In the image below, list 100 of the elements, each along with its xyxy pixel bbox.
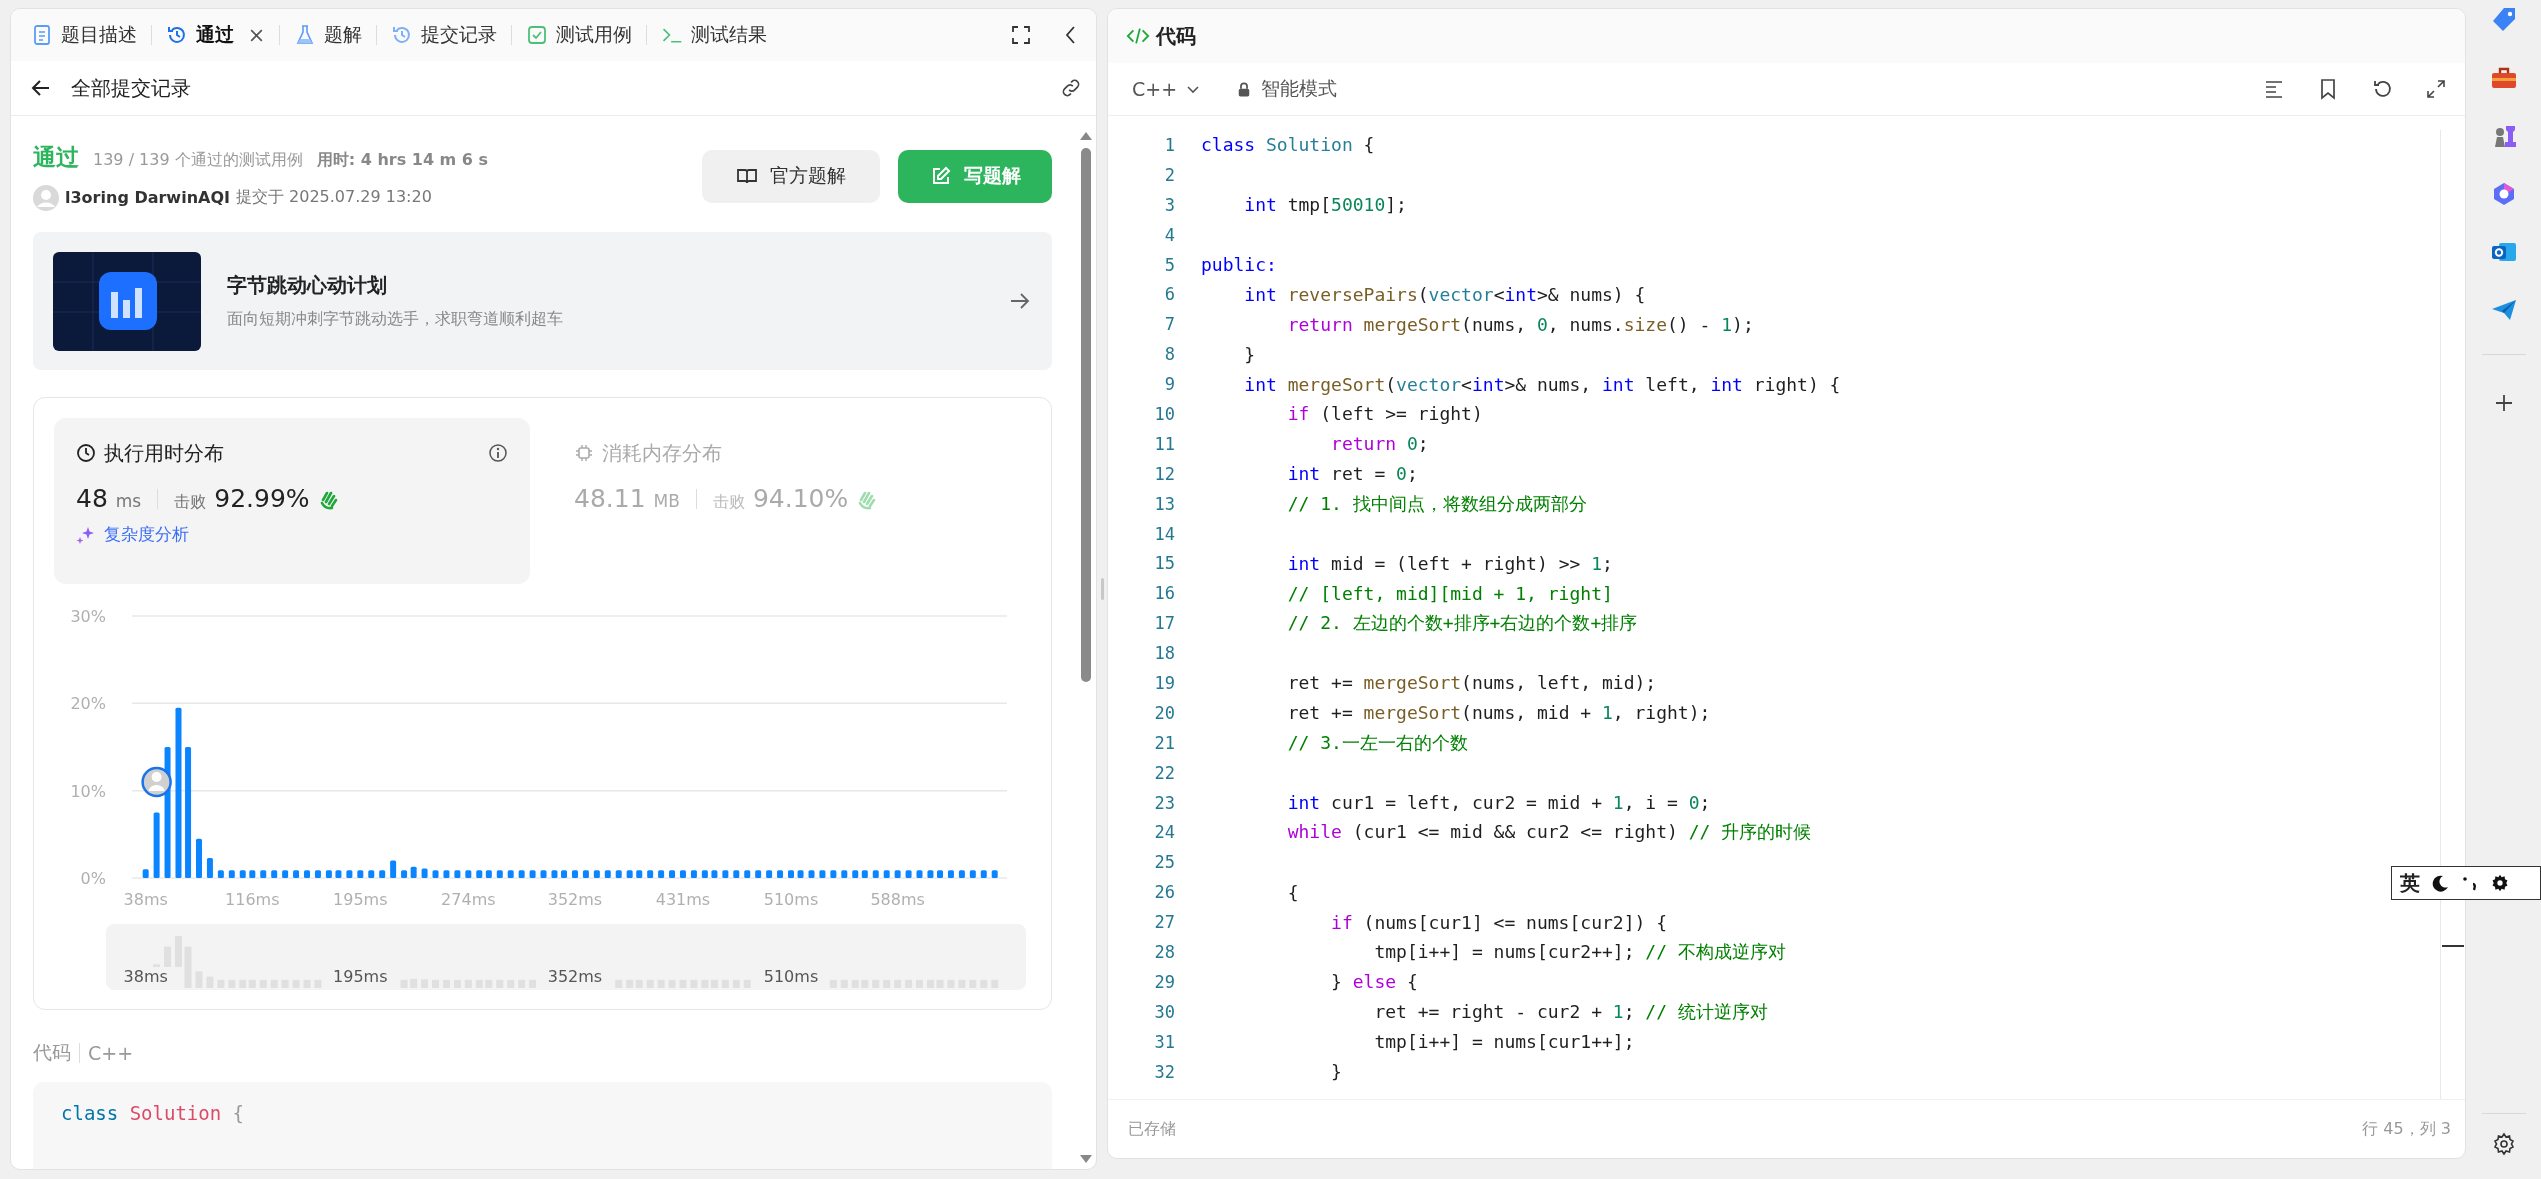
bar[interactable] [861,870,868,878]
expand-icon[interactable] [2425,78,2447,100]
complexity-analysis-link[interactable]: 复杂度分析 [76,523,508,546]
bar[interactable] [788,870,794,878]
bar[interactable] [175,707,182,878]
bar[interactable] [314,870,321,878]
bar[interactable] [335,870,342,878]
resize-handle[interactable] [1100,578,1104,600]
input-mode-key[interactable]: 英 [2400,869,2420,897]
bar[interactable] [507,870,514,878]
link-icon[interactable] [1060,77,1082,99]
bar[interactable] [571,870,578,878]
bar[interactable] [346,870,353,878]
bar[interactable] [658,870,665,878]
bar[interactable] [937,870,943,878]
bar[interactable] [905,870,912,878]
fullscreen-icon[interactable] [1010,24,1032,46]
bar[interactable] [808,870,815,878]
bar[interactable] [669,870,676,878]
bar[interactable] [454,870,461,878]
bar[interactable] [518,870,525,878]
bar[interactable] [282,870,289,878]
settings-icon[interactable] [2491,1132,2516,1156]
moon-icon[interactable] [2430,873,2450,893]
bar[interactable] [228,870,235,878]
bar[interactable] [465,870,472,878]
info-icon[interactable] [488,443,508,463]
bar[interactable] [249,870,256,878]
bar[interactable] [947,870,954,878]
format-icon[interactable] [2263,78,2285,100]
tab[interactable]: 通过 [166,22,265,48]
bar[interactable] [680,870,686,878]
language-dropdown[interactable]: C++ [1126,78,1208,100]
bar[interactable] [991,870,998,878]
bar[interactable] [421,868,428,878]
bar[interactable] [304,870,310,878]
bar[interactable] [755,870,762,878]
bar[interactable] [153,812,160,878]
bar[interactable] [485,870,492,878]
official-solution-button[interactable]: 官方题解 [702,149,880,203]
bar[interactable] [916,870,923,878]
bar[interactable] [636,870,643,878]
bar[interactable] [797,870,804,878]
bar[interactable] [733,870,740,878]
promo-card[interactable]: 字节跳动心动计划 面向短期冲刺字节跳动选手，求职弯道顺利超车 [33,232,1052,370]
bar[interactable] [615,870,622,878]
undo-icon[interactable] [2371,78,2393,100]
bar[interactable] [883,870,890,878]
tab[interactable]: 测试结果 [661,22,767,48]
bar[interactable] [894,870,901,878]
bar[interactable] [551,870,558,878]
bar[interactable] [390,860,397,878]
user-name[interactable]: l3oring DarwinAQI [65,188,230,207]
bar[interactable] [401,870,408,878]
bar[interactable] [239,870,246,878]
bar[interactable] [722,870,729,878]
bar[interactable] [852,870,859,878]
tab[interactable]: 提交记录 [391,22,497,48]
bar[interactable] [260,870,267,878]
bar[interactable] [529,870,536,878]
bar[interactable] [271,870,278,878]
bar[interactable] [593,870,600,878]
bar[interactable] [540,870,547,878]
bar[interactable] [830,870,837,878]
bar[interactable] [819,870,826,878]
tab[interactable]: 题解 [294,22,362,48]
bar[interactable] [872,870,879,878]
bar[interactable] [980,870,987,878]
bar[interactable] [647,870,654,878]
bar[interactable] [958,870,965,878]
bar[interactable] [357,870,364,878]
bar[interactable] [410,866,417,878]
bar[interactable] [496,870,503,878]
bar[interactable] [690,870,697,878]
bar[interactable] [443,870,450,878]
bar[interactable] [142,869,149,878]
bar[interactable] [711,870,718,878]
bar[interactable] [217,870,224,878]
bar[interactable] [969,870,976,878]
bar[interactable] [325,870,332,878]
bar[interactable] [766,870,773,878]
bar[interactable] [744,870,751,878]
bar[interactable] [777,870,784,878]
bar[interactable] [368,870,375,878]
bar[interactable] [185,747,192,878]
stat-panel[interactable]: 执行用时分布 48 ms 击败 92.99% 复杂度分析 [54,418,530,584]
bar[interactable] [626,870,633,878]
bar[interactable] [196,838,202,878]
bar[interactable] [582,870,589,878]
bar[interactable] [432,870,439,878]
bar[interactable] [604,870,611,878]
tab[interactable]: 测试用例 [526,22,632,48]
bar[interactable] [561,870,568,878]
bar[interactable] [927,870,934,878]
bar[interactable] [379,870,386,878]
bar[interactable] [476,870,483,878]
tab[interactable]: 题目描述 [31,22,137,48]
settings-icon[interactable] [2490,873,2510,893]
bar[interactable] [701,870,708,878]
bar[interactable] [206,857,213,878]
